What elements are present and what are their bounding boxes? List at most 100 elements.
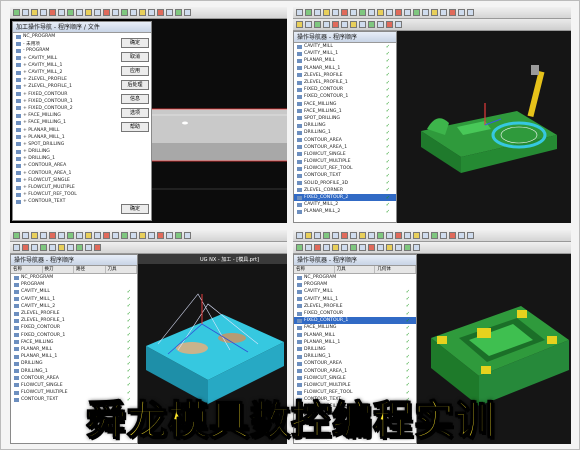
tree-node[interactable]: - PROGRAM (13, 47, 113, 54)
table-row[interactable]: CAVITY_MILL ✓ (294, 288, 416, 295)
table-row[interactable]: CONTOUR_AREA_1 ✓ (294, 367, 416, 374)
toolbar-icon[interactable] (305, 244, 312, 251)
table-row[interactable]: PLANAR_MILL ✓ (294, 332, 416, 339)
toolbar-icon[interactable] (422, 232, 429, 239)
toolbar-icon[interactable] (422, 9, 429, 16)
toolbar-icon[interactable] (94, 244, 101, 251)
dialog-button[interactable]: 信息 (121, 94, 149, 104)
toolbar-icon[interactable] (76, 232, 83, 239)
tree-node[interactable]: + PLANAR_MILL_1 (13, 134, 113, 141)
toolbar-icon[interactable] (40, 9, 47, 16)
toolbar-icon[interactable] (440, 9, 447, 16)
tree-node[interactable]: + FLOWCUT_SINGLE (13, 177, 113, 184)
toolbar-icon[interactable] (368, 244, 375, 251)
toolbar-icon[interactable] (67, 9, 74, 16)
tree-node[interactable]: + FIXED_CONTOUR_1 (13, 98, 113, 105)
tree-node[interactable]: + CONTOUR_AREA_1 (13, 170, 113, 177)
toolbar-icon[interactable] (458, 9, 465, 16)
toolbar-icon[interactable] (85, 244, 92, 251)
table-row[interactable]: CONTOUR_AREA_1 ✓ (294, 144, 396, 151)
dialog-button[interactable]: 应用 (121, 66, 149, 76)
tree-node[interactable]: + FLOWCUT_REF_TOOL (13, 191, 113, 198)
table-row[interactable]: FIXED_CONTOUR_1 ✓ (11, 332, 137, 339)
toolbar-icon[interactable] (305, 9, 312, 16)
viewport-3d[interactable] (150, 19, 287, 223)
toolbar-icon[interactable] (395, 244, 402, 251)
dialog-button[interactable]: 帮助 (121, 122, 149, 132)
toolbar-icon[interactable] (350, 232, 357, 239)
tree-node[interactable]: + SPOT_DRILLING (13, 141, 113, 148)
toolbar-icon[interactable] (368, 232, 375, 239)
toolbar-icon[interactable] (395, 232, 402, 239)
tree-node[interactable]: + FIXED_CONTOUR_2 (13, 105, 113, 112)
toolbar-icon[interactable] (85, 232, 92, 239)
tree-node[interactable]: + CAVITY_MILL (13, 55, 113, 62)
tree-node[interactable]: + DRILLING_1 (13, 155, 113, 162)
toolbar-icon[interactable] (184, 232, 191, 239)
toolbar-icon[interactable] (67, 244, 74, 251)
toolbar-icon[interactable] (22, 9, 29, 16)
toolbar-icon[interactable] (323, 9, 330, 16)
toolbar-icon[interactable] (350, 21, 357, 28)
toolbar-icon[interactable] (377, 244, 384, 251)
tree-node[interactable]: + DRILLING (13, 148, 113, 155)
toolbar-icon[interactable] (103, 9, 110, 16)
toolbar-icon[interactable] (296, 9, 303, 16)
table-row[interactable]: FIXED_CONTOUR ✓ (11, 324, 137, 331)
table-row[interactable]: CAVITY_MILL_2 ✓ (11, 303, 137, 310)
tree-node[interactable]: + ZLEVEL_PROFILE_1 (13, 83, 113, 90)
toolbar-icon[interactable] (67, 232, 74, 239)
toolbar-icon[interactable] (332, 21, 339, 28)
toolbar-icon[interactable] (323, 244, 330, 251)
table-row[interactable]: FIXED_CONTOUR ✓ (294, 86, 396, 93)
toolbar-icon[interactable] (314, 232, 321, 239)
toolbar-icon[interactable] (139, 232, 146, 239)
table-row[interactable]: ZLEVEL_PROFILE ✓ (294, 303, 416, 310)
toolbar-icon[interactable] (323, 21, 330, 28)
column-header[interactable]: 路径 (74, 266, 106, 273)
toolbar-icon[interactable] (13, 232, 20, 239)
toolbar-icon[interactable] (166, 9, 173, 16)
table-row[interactable]: PROGRAM (11, 281, 137, 288)
toolbar-icon[interactable] (13, 244, 20, 251)
toolbar-icon[interactable] (359, 21, 366, 28)
toolbar-icon[interactable] (166, 232, 173, 239)
toolbar-icon[interactable] (139, 9, 146, 16)
toolbar-icon[interactable] (130, 232, 137, 239)
toolbar-icon[interactable] (449, 9, 456, 16)
table-row[interactable]: FIXED_CONTOUR_1 ✓ (294, 317, 416, 325)
toolbar-icon[interactable] (13, 9, 20, 16)
table-row[interactable]: CONTOUR_TEXT ✓ (294, 172, 396, 179)
toolbar-icon[interactable] (377, 21, 384, 28)
toolbar-icon[interactable] (40, 244, 47, 251)
toolbar-icon[interactable] (31, 232, 38, 239)
toolbar-icon[interactable] (341, 9, 348, 16)
tree-node[interactable]: + CONTOUR_AREA (13, 162, 113, 169)
table-row[interactable]: DRILLING_1 ✓ (11, 367, 137, 374)
toolbar-icon[interactable] (175, 232, 182, 239)
table-row[interactable]: CAVITY_MILL ✓ (294, 43, 396, 50)
toolbar-icon[interactable] (386, 244, 393, 251)
toolbar-icon[interactable] (314, 21, 321, 28)
toolbar-icon[interactable] (31, 9, 38, 16)
table-row[interactable]: DRILLING ✓ (294, 122, 396, 129)
toolbar-icon[interactable] (431, 9, 438, 16)
toolbar-icon[interactable] (121, 9, 128, 16)
table-row[interactable]: PLANAR_MILL_1 ✓ (294, 339, 416, 346)
tree-node[interactable]: + FACE_MILLING_1 (13, 119, 113, 126)
tree-node[interactable]: - 未用项 (13, 40, 113, 47)
table-row[interactable]: CONTOUR_AREA ✓ (294, 360, 416, 367)
table-row[interactable]: PLANAR_MILL_1 ✓ (11, 353, 137, 360)
table-row[interactable]: CAVITY_MILL ✓ (11, 288, 137, 295)
column-header[interactable]: 刀具 (335, 266, 376, 273)
toolbar-icon[interactable] (22, 244, 29, 251)
toolbar-icon[interactable] (296, 21, 303, 28)
column-header[interactable]: 几何体 (375, 266, 417, 273)
toolbar-icon[interactable] (58, 244, 65, 251)
table-row[interactable]: CAVITY_MILL_1 ✓ (294, 296, 416, 303)
toolbar-icon[interactable] (22, 232, 29, 239)
toolbar-icon[interactable] (112, 232, 119, 239)
toolbar-icon[interactable] (368, 21, 375, 28)
column-header[interactable]: 名称 (294, 266, 335, 273)
toolbar-icon[interactable] (359, 9, 366, 16)
